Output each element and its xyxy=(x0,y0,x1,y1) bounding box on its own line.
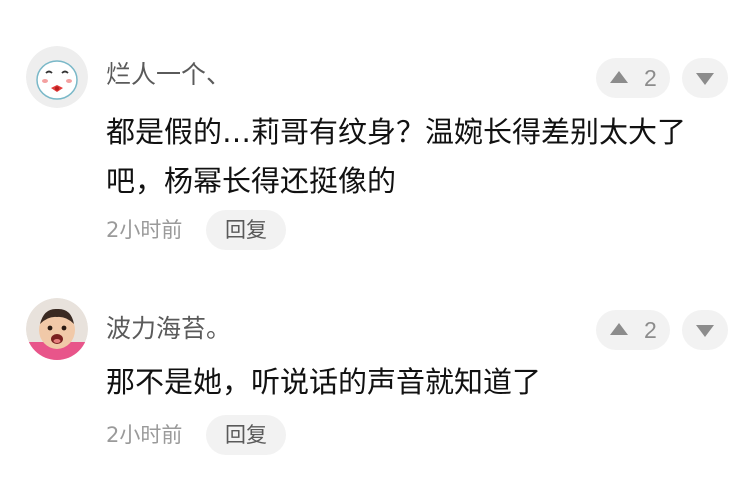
baby-face-icon xyxy=(26,298,88,360)
arrow-down-icon xyxy=(696,325,714,337)
downvote-button[interactable] xyxy=(682,310,728,350)
sticker-face-icon xyxy=(26,46,88,108)
arrow-up-icon xyxy=(610,71,628,83)
baby-photo-avatar[interactable] xyxy=(26,298,88,360)
timestamp: 2小时前 xyxy=(106,218,183,242)
arrow-up-icon xyxy=(610,323,628,335)
sticker-face-avatar[interactable] xyxy=(26,46,88,108)
comment-text: 都是假的…莉哥有纹身？温婉长得差别太大了吧，杨幂长得还挺像的 xyxy=(106,115,687,198)
upvote-button[interactable]: 2 xyxy=(596,58,670,98)
username[interactable]: 波力海苔。 xyxy=(106,312,231,346)
upvote-count: 2 xyxy=(644,65,657,91)
reply-button[interactable]: 回复 xyxy=(206,210,286,250)
upvote-button[interactable]: 2 xyxy=(596,310,670,350)
reply-button[interactable]: 回复 xyxy=(206,415,286,455)
comment-text: 那不是她，听说话的声音就知道了 xyxy=(106,365,542,399)
arrow-down-icon xyxy=(696,73,714,85)
upvote-count: 2 xyxy=(644,317,657,343)
downvote-button[interactable] xyxy=(682,58,728,98)
timestamp: 2小时前 xyxy=(106,423,183,447)
username[interactable]: 烂人一个、 xyxy=(106,58,231,92)
